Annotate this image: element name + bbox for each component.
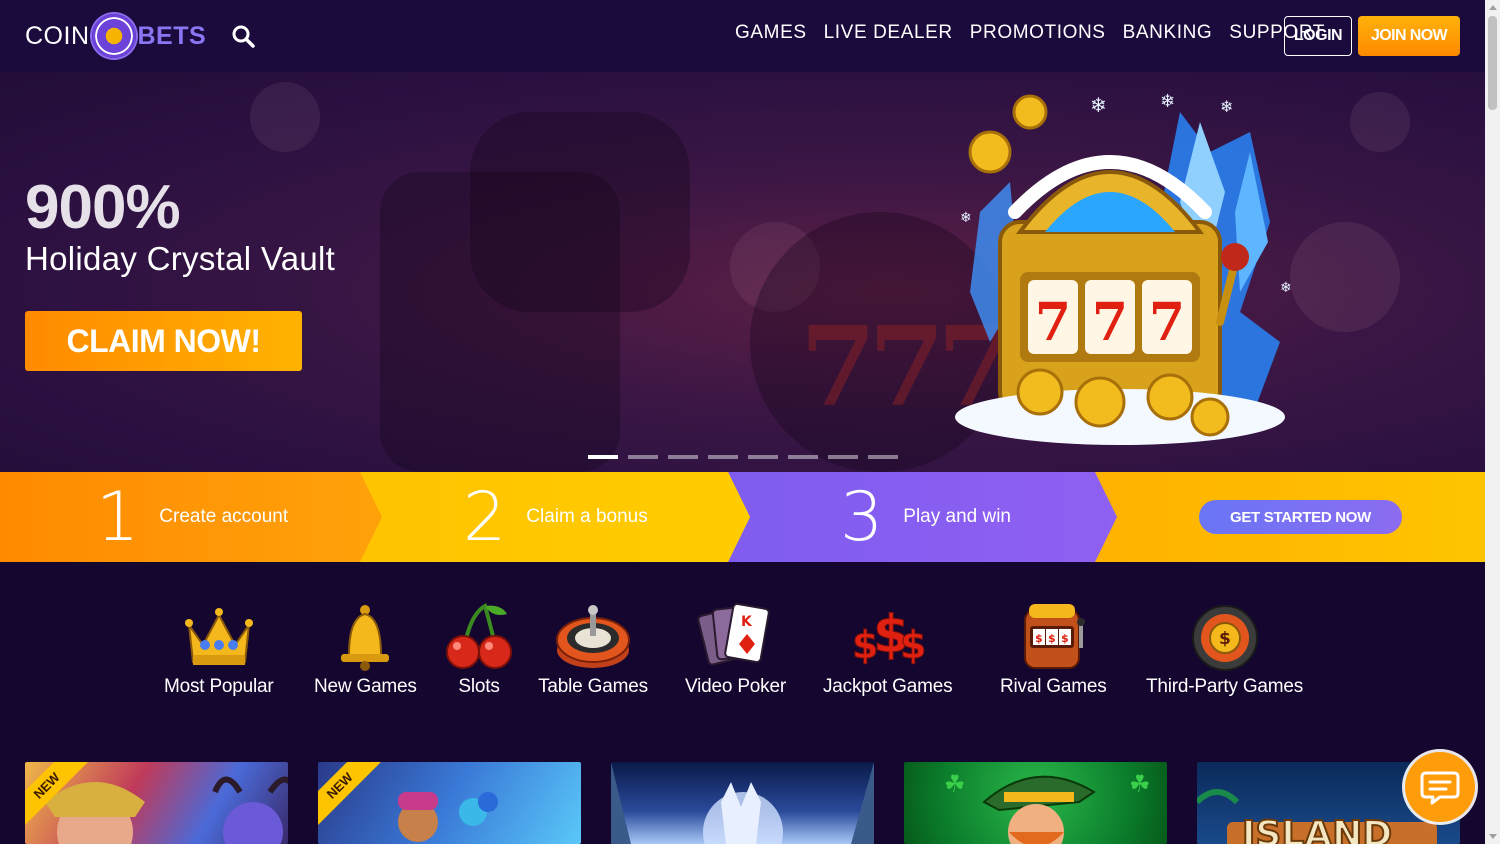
svg-text:❄: ❄ <box>1280 279 1292 295</box>
nav-promotions[interactable]: PROMOTIONS <box>970 22 1106 44</box>
search-icon[interactable] <box>231 24 255 48</box>
svg-text:❄: ❄ <box>1220 99 1233 116</box>
svg-text:☘: ☘ <box>1129 771 1151 798</box>
carousel-dot[interactable] <box>748 455 778 459</box>
category-label: Most Popular <box>164 676 274 697</box>
coinbets-logo[interactable]: COIN BETS <box>25 10 206 62</box>
roulette-icon <box>556 605 630 668</box>
carousel-dot[interactable] <box>628 455 658 459</box>
chat-bubble-icon <box>1420 771 1460 805</box>
nav-games[interactable]: GAMES <box>735 22 807 44</box>
logo-word-coin: COIN <box>25 21 90 50</box>
frozen-slot-machine-illustration: 7 7 7 ❄ ❄ ❄ ❄ ❄ <box>955 92 1292 445</box>
svg-text:$: $ <box>1048 632 1056 645</box>
game-tile[interactable]: NEW <box>25 762 288 844</box>
bokeh-decoration <box>1350 92 1410 152</box>
carousel-pagination <box>588 455 898 459</box>
game-categories: Most Popular New Games Slots Table Games… <box>0 600 1485 710</box>
svg-text:❄: ❄ <box>960 209 972 225</box>
hero-banner[interactable]: 777 900% Holiday Crystal Vault CLAIM NOW… <box>0 72 1485 472</box>
carousel-dot[interactable] <box>828 455 858 459</box>
category-label: Third-Party Games <box>1146 676 1304 697</box>
category-jackpot-games[interactable]: $ $ $ Jackpot Games <box>823 600 953 698</box>
category-label: Table Games <box>538 676 648 697</box>
svg-text:7: 7 <box>1149 292 1185 353</box>
join-now-button[interactable]: JOIN NOW <box>1358 16 1460 56</box>
login-button[interactable]: LOGIN <box>1284 16 1352 56</box>
live-chat-button[interactable] <box>1405 752 1475 822</box>
game-tile[interactable]: ☘ ☘ <box>904 762 1167 844</box>
main-nav: GAMES LIVE DEALER PROMOTIONS BANKING SUP… <box>735 22 1325 44</box>
page-scrollbar[interactable] <box>1485 0 1500 844</box>
carousel-dot[interactable] <box>788 455 818 459</box>
carousel-dot[interactable] <box>668 455 698 459</box>
svg-text:$: $ <box>1035 632 1043 645</box>
step-number: 3 <box>840 477 884 557</box>
bokeh-decoration <box>250 82 320 152</box>
svg-text:$: $ <box>1219 629 1231 649</box>
svg-text:❄: ❄ <box>1090 95 1107 117</box>
step-number: 2 <box>463 477 507 557</box>
step-label: Play and win <box>903 506 1011 527</box>
category-label: Rival Games <box>1000 676 1107 697</box>
svg-text:K: K <box>741 614 753 630</box>
logo-chip-icon <box>91 14 136 58</box>
svg-text:☘: ☘ <box>944 771 966 798</box>
chip-icon: $ <box>1191 605 1258 671</box>
claim-now-button[interactable]: CLAIM NOW! <box>25 311 302 371</box>
nav-banking[interactable]: BANKING <box>1123 22 1213 44</box>
svg-text:$: $ <box>900 623 926 667</box>
step-play-and-win: 3 Play and win <box>840 472 1011 562</box>
scroll-up-arrow-icon[interactable] <box>1489 5 1497 10</box>
game-thumbnail <box>611 762 874 844</box>
step-number: 1 <box>96 477 140 557</box>
logo-word-bets: BETS <box>137 21 207 50</box>
hero-title: Holiday Crystal Vault <box>25 240 336 277</box>
step-label: Create account <box>159 506 289 527</box>
step-create-account: 1 Create account <box>96 472 288 562</box>
svg-text:ISLAND: ISLAND <box>1242 814 1392 844</box>
game-tile[interactable]: NEW <box>318 762 581 844</box>
crown-icon <box>184 608 253 665</box>
site-header: COIN BETS GAMES LIVE DEALER PROMOTIONS B… <box>0 0 1485 72</box>
cherries-icon <box>446 602 512 669</box>
category-label: Video Poker <box>685 676 786 697</box>
nav-live-dealer[interactable]: LIVE DEALER <box>824 22 953 44</box>
category-rival-games[interactable]: $ $ $ Rival Games <box>1000 600 1107 698</box>
step-label: Claim a bonus <box>526 506 648 527</box>
game-thumbnail: ☘ ☘ <box>944 771 1151 844</box>
bell-icon <box>341 605 390 671</box>
category-label: New Games <box>314 676 417 697</box>
category-video-poker[interactable]: K Video Poker <box>685 600 786 698</box>
category-slots[interactable]: Slots <box>441 600 517 698</box>
scrollbar-thumb[interactable] <box>1488 16 1497 110</box>
category-table-games[interactable]: Table Games <box>531 600 655 698</box>
carousel-dot[interactable] <box>588 455 618 459</box>
game-tile[interactable] <box>611 762 874 844</box>
svg-text:7: 7 <box>1035 292 1071 353</box>
dollar-signs-icon: $ $ $ <box>851 605 926 668</box>
steps-bar: 1 Create account 2 Claim a bonus 3 Play … <box>0 472 1485 562</box>
category-most-popular[interactable]: Most Popular <box>164 600 274 698</box>
get-started-now-button[interactable]: GET STARTED NOW <box>1199 500 1402 534</box>
category-label: Slots <box>458 676 500 697</box>
carousel-dot[interactable] <box>868 455 898 459</box>
step-claim-bonus: 2 Claim a bonus <box>463 472 648 562</box>
svg-text:$: $ <box>1061 632 1069 645</box>
svg-text:❄: ❄ <box>1160 92 1175 111</box>
svg-text:7: 7 <box>1092 292 1128 353</box>
category-label: Jackpot Games <box>823 676 953 697</box>
bokeh-decoration <box>1290 222 1400 332</box>
slot-machine-icon: $ $ $ <box>1024 604 1086 669</box>
category-third-party-games[interactable]: $ Third-Party Games <box>1146 600 1303 698</box>
carousel-dot[interactable] <box>708 455 738 459</box>
cards-icon: K <box>697 602 771 666</box>
chip-stack-decoration <box>470 112 690 312</box>
scroll-down-arrow-icon[interactable] <box>1489 834 1497 839</box>
hero-bonus-percent: 900% <box>25 173 181 242</box>
category-new-games[interactable]: New Games <box>314 600 417 698</box>
